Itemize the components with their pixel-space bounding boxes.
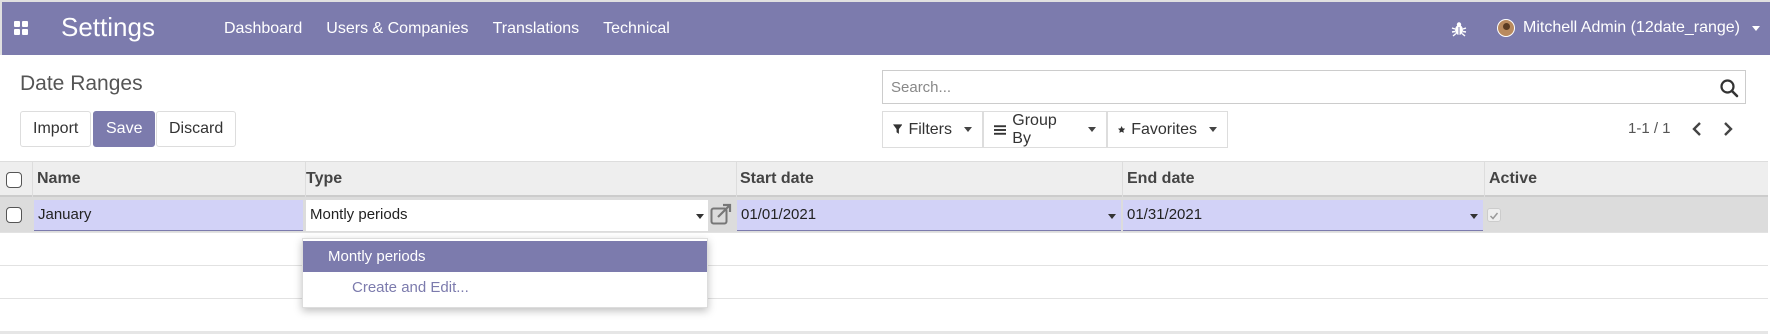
row-divider (0, 265, 1768, 266)
column-header-name[interactable]: Name (37, 170, 81, 188)
group-by-button[interactable]: Group By (983, 111, 1107, 148)
top-navbar: Settings Dashboard Users & Companies Tra… (0, 0, 1770, 55)
row-checkbox[interactable] (6, 207, 22, 223)
search-icon[interactable] (1719, 78, 1739, 98)
menu-translations[interactable]: Translations (493, 20, 580, 38)
avatar (1497, 19, 1515, 37)
chevron-down-icon (1752, 25, 1761, 31)
user-menu[interactable]: Mitchell Admin (12date_range) (1497, 19, 1761, 37)
active-checkbox[interactable] (1487, 208, 1501, 222)
check-icon (1489, 212, 1499, 220)
bug-icon[interactable] (1450, 20, 1468, 38)
column-header-type[interactable]: Type (306, 170, 342, 188)
group-by-icon (994, 124, 1007, 135)
chevron-down-icon (964, 127, 972, 132)
chevron-right-icon[interactable] (1718, 119, 1738, 139)
end-date-field[interactable]: 01/31/2021 (1123, 200, 1483, 231)
app-title: Settings (61, 12, 155, 42)
pager-value[interactable]: 1-1 / 1 (1628, 120, 1671, 137)
save-button[interactable]: Save (93, 111, 156, 147)
filter-icon (893, 124, 903, 134)
menu-dashboard[interactable]: Dashboard (224, 20, 302, 38)
filters-button[interactable]: Filters (882, 111, 983, 148)
chevron-down-icon (1209, 127, 1217, 132)
group-by-label: Group By (1012, 111, 1057, 147)
chevron-down-icon (696, 214, 704, 219)
name-field[interactable]: January (34, 200, 303, 231)
star-icon (1118, 126, 1126, 133)
breadcrumb: Date Ranges (20, 72, 143, 95)
type-autocomplete-dropdown: Montly periods Create and Edit... (302, 238, 708, 308)
row-divider (0, 232, 1768, 233)
table-header: Name Type Start date End date Active (0, 161, 1768, 197)
menu-users-companies[interactable]: Users & Companies (326, 20, 468, 38)
column-header-start-date[interactable]: Start date (740, 170, 814, 188)
start-date-field[interactable]: 01/01/2021 (737, 200, 1121, 231)
create-and-edit-option[interactable]: Create and Edit... (303, 272, 707, 303)
apps-icon[interactable] (14, 21, 28, 35)
main-menu: Dashboard Users & Companies Translations… (224, 20, 670, 38)
select-all-checkbox[interactable] (6, 172, 22, 188)
search-bar (882, 70, 1746, 104)
favorites-label: Favorites (1131, 120, 1197, 138)
chevron-down-icon (1108, 214, 1116, 219)
search-input[interactable] (883, 71, 1719, 103)
dropdown-option-montly-periods[interactable]: Montly periods (303, 241, 707, 272)
filters-label: Filters (908, 120, 952, 138)
screen: Settings Dashboard Users & Companies Tra… (0, 0, 1772, 334)
row-divider (0, 298, 1768, 299)
favorites-button[interactable]: Favorites (1107, 111, 1228, 148)
discard-button[interactable]: Discard (156, 111, 237, 147)
chevron-left-icon[interactable] (1687, 119, 1707, 139)
chevron-down-icon (1088, 127, 1096, 132)
external-link-icon[interactable] (710, 203, 732, 225)
column-header-end-date[interactable]: End date (1127, 170, 1195, 188)
type-field[interactable]: Montly periods (306, 200, 708, 231)
user-name: Mitchell Admin (12date_range) (1523, 19, 1741, 36)
import-button[interactable]: Import (20, 111, 92, 147)
chevron-down-icon (1470, 214, 1478, 219)
column-header-active[interactable]: Active (1489, 170, 1537, 188)
menu-technical[interactable]: Technical (603, 20, 670, 38)
